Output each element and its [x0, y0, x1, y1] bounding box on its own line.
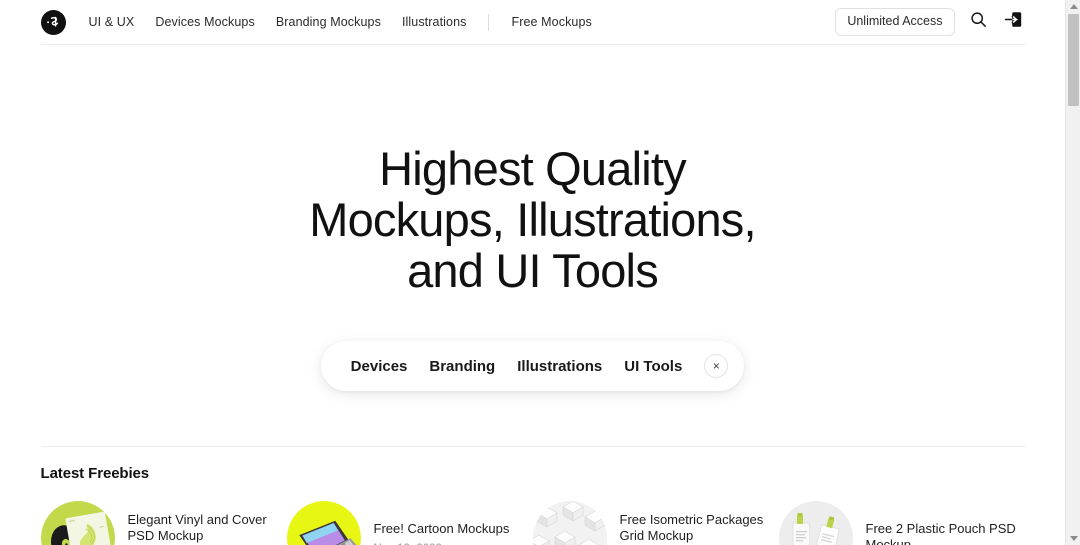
hero-title-line-3: and UI Tools [407, 244, 659, 297]
chevron-down-icon [1069, 536, 1078, 541]
category-filter-bar: Devices Branding Illustrations UI Tools … [320, 341, 745, 391]
list-item[interactable]: Free Isometric Packages Grid Mockup Nov … [532, 501, 779, 545]
scroll-down-arrow[interactable] [1066, 532, 1080, 545]
packages-grid-thumbnail [532, 501, 607, 545]
nav-item-devices-mockups[interactable]: Devices Mockups [155, 16, 254, 29]
page-viewport: UI & UX Devices Mockups Branding Mockups… [0, 0, 1065, 545]
filter-chip-branding[interactable]: Branding [429, 359, 495, 374]
list-item-body: Elegant Vinyl and Cover PSD Mockup Nov 1… [115, 501, 287, 545]
filter-chip-ui-tools[interactable]: UI Tools [624, 359, 682, 374]
page-scrollbar[interactable] [1065, 0, 1080, 545]
search-icon [970, 11, 987, 33]
hero-section: Highest Quality Mockups, Illustrations, … [0, 45, 1065, 391]
plastic-pouch-thumbnail [778, 501, 853, 545]
nav-divider [488, 13, 490, 31]
primary-nav: UI & UX Devices Mockups Branding Mockups… [89, 13, 592, 31]
ls-logo-icon [46, 15, 61, 30]
section-title: Latest Freebies [40, 465, 150, 482]
page-title: Highest Quality Mockups, Illustrations, … [0, 143, 1065, 296]
nav-item-ui-ux[interactable]: UI & UX [89, 16, 135, 29]
sign-in-icon [1004, 10, 1023, 34]
laptop-thumbnail [286, 501, 361, 545]
filter-chip-devices[interactable]: Devices [351, 359, 408, 374]
list-item-title: Free 2 Plastic Pouch PSD Mockup [865, 521, 1016, 545]
scrollbar-thumb[interactable] [1068, 14, 1079, 106]
scroll-up-arrow[interactable] [1066, 0, 1080, 13]
hero-title-line-2: Mockups, Illustrations, [309, 193, 756, 246]
list-item[interactable]: Free 2 Plastic Pouch PSD Mockup Nov 4, 2… [778, 501, 1025, 545]
hero-title-line-1: Highest Quality [379, 142, 687, 195]
list-item[interactable]: Elegant Vinyl and Cover PSD Mockup Nov 1… [40, 501, 287, 545]
list-item[interactable]: Free! Cartoon Mockups Nov 12, 2022 [286, 501, 533, 545]
filter-chip-illustrations[interactable]: Illustrations [517, 359, 602, 374]
filter-bar-wrapper: Devices Branding Illustrations UI Tools … [0, 341, 1065, 391]
nav-item-illustrations[interactable]: Illustrations [402, 16, 467, 29]
nav-item-free-mockups[interactable]: Free Mockups [511, 16, 591, 29]
latest-freebies-section: Latest Freebies Elegant Vinyl and Cover … [40, 446, 1025, 545]
list-item-body: Free! Cartoon Mockups Nov 12, 2022 [361, 501, 533, 545]
sign-in-button[interactable] [1003, 11, 1025, 33]
list-item-title: Elegant Vinyl and Cover PSD Mockup [127, 512, 267, 543]
freebies-list: Elegant Vinyl and Cover PSD Mockup Nov 1… [40, 501, 1025, 545]
vinyl-record-thumbnail [40, 501, 115, 545]
list-item-body: Free Isometric Packages Grid Mockup Nov … [607, 501, 779, 545]
search-button[interactable] [968, 11, 990, 33]
chevron-up-icon [1069, 4, 1078, 9]
close-icon[interactable]: × [704, 354, 729, 378]
list-item-title: Free! Cartoon Mockups [373, 521, 510, 536]
header-actions: Unlimited Access [835, 8, 1024, 36]
site-logo[interactable] [40, 9, 66, 35]
site-header: UI & UX Devices Mockups Branding Mockups… [40, 0, 1025, 45]
list-item-title: Free Isometric Packages Grid Mockup [619, 512, 764, 543]
unlimited-access-button[interactable]: Unlimited Access [835, 8, 955, 36]
list-item-body: Free 2 Plastic Pouch PSD Mockup Nov 4, 2… [853, 501, 1025, 545]
nav-item-branding-mockups[interactable]: Branding Mockups [276, 16, 381, 29]
